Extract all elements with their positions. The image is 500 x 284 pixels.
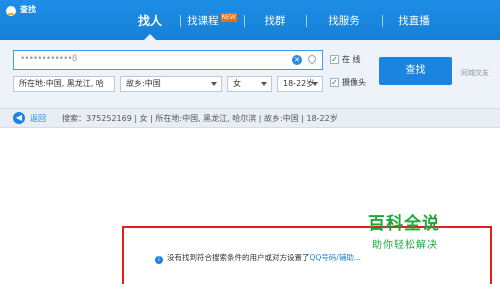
window-title: 查找	[20, 5, 36, 14]
location-value: 所在地:中国, 黑龙江, 哈	[19, 79, 104, 88]
search-input[interactable]: ••••••••••••8 ✕	[13, 50, 323, 70]
tab-label: 找人	[137, 14, 162, 28]
watermark-subtitle: 助你轻松解决	[372, 240, 438, 251]
location-select[interactable]: 所在地:中国, 黑龙江, 哈	[13, 76, 115, 92]
info-icon: i	[155, 256, 163, 264]
search-panel: ••••••••••••8 ✕ ✓ 在 线 ✓ 摄像头 查找 同城交友 所在地:…	[0, 40, 500, 108]
chevron-down-icon	[312, 82, 318, 86]
tab-bar: 找人 找课程 NEW 找群 找服务 找直播	[120, 9, 446, 40]
back-link[interactable]: 返回	[30, 113, 46, 124]
notice-text: 没有找到符合搜索条件的用户或对方设置了	[167, 253, 310, 262]
tab-find-people[interactable]: 找人	[120, 9, 180, 40]
watermark-title: 百科全说	[368, 214, 440, 234]
tab-find-service[interactable]: 找服务	[306, 9, 382, 40]
search-summary-bar: ◀ 返回 搜索：375252169 | 女 | 所在地:中国, 黑龙江, 哈尔滨…	[0, 108, 500, 128]
online-checkbox[interactable]: ✓	[330, 55, 339, 64]
search-value: ••••••••••••8	[20, 54, 77, 64]
watermark-logo: 百科全说 助你轻松解决	[350, 206, 474, 258]
camera-checkbox[interactable]: ✓	[330, 78, 339, 87]
back-arrow-icon[interactable]: ◀	[13, 112, 25, 124]
tab-label: 找群	[264, 15, 286, 27]
chevron-down-icon	[211, 82, 217, 86]
search-criteria-text: 搜索：375252169 | 女 | 所在地:中国, 黑龙江, 哈尔滨 | 故乡…	[62, 114, 338, 123]
tab-find-course[interactable]: 找课程 NEW	[180, 9, 244, 40]
age-select[interactable]: 18-22岁	[277, 76, 323, 92]
tab-label: 找服务	[328, 15, 360, 27]
header-bar: 查找 找人 找课程 NEW 找群 找服务 找直播	[0, 0, 500, 40]
clear-icon[interactable]: ✕	[292, 55, 302, 65]
no-result-notice: i 没有找到符合搜索条件的用户或对方设置了QQ号码/辅助...	[155, 252, 361, 264]
tab-find-live[interactable]: 找直播	[382, 9, 446, 40]
chevron-down-icon	[261, 82, 267, 86]
qq-penguin-icon	[6, 6, 16, 16]
search-button[interactable]: 查找	[379, 57, 452, 85]
gender-value: 女	[233, 79, 241, 88]
nearby-friends-link[interactable]: 同城交友	[461, 68, 489, 78]
location-pin-icon[interactable]	[306, 53, 318, 65]
camera-label: 摄像头	[342, 78, 366, 87]
new-badge: NEW	[220, 13, 237, 22]
gender-select[interactable]: 女	[227, 76, 272, 92]
online-label: 在 线	[342, 55, 361, 64]
age-value: 18-22岁	[283, 79, 315, 88]
find-window: 查找 找人 找课程NEW 找群 找服务 找直播 ••••••••••••8 ✕	[0, 0, 500, 284]
hometown-select[interactable]: 故乡:中国	[120, 76, 222, 92]
tab-label: 找直播	[398, 15, 430, 27]
tab-find-group[interactable]: 找群	[244, 9, 306, 40]
hometown-value: 故乡:中国	[126, 79, 161, 88]
tab-label: 找课程	[187, 15, 219, 27]
